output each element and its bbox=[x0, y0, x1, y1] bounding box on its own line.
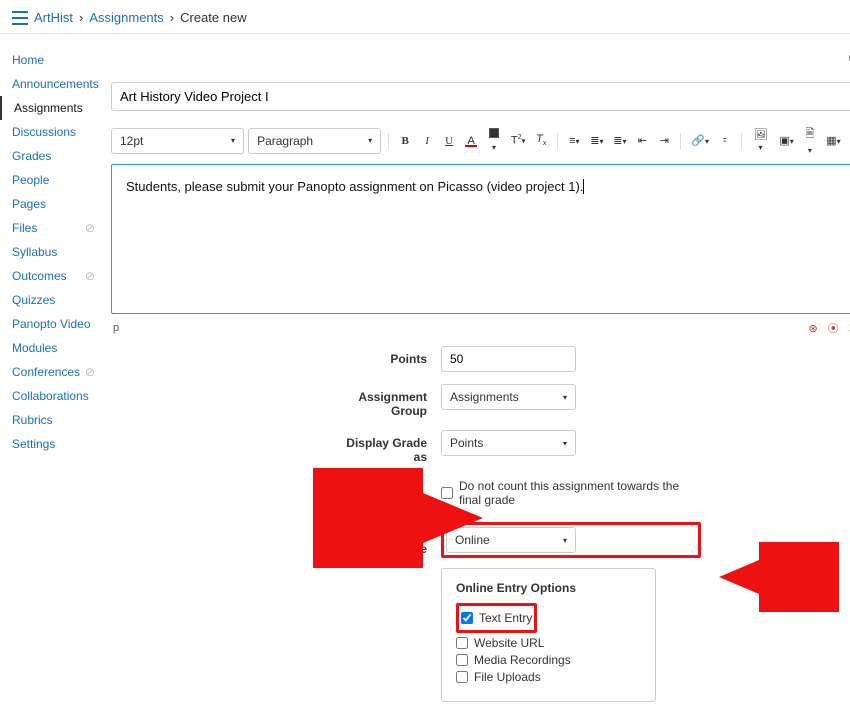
superscript-button[interactable]: T2▾ bbox=[508, 132, 528, 149]
record-icon[interactable]: ⦿ bbox=[828, 320, 839, 336]
sidebar-item-rubrics[interactable]: Rubrics bbox=[0, 408, 105, 432]
sidebar-item-outcomes[interactable]: Outcomes ⊘ bbox=[0, 264, 105, 288]
italic-button[interactable]: I bbox=[418, 133, 436, 149]
sidebar-item-label: Grades bbox=[12, 149, 51, 163]
editor-content: Students, please submit your Panopto ass… bbox=[126, 179, 583, 194]
annotation-arrow-right bbox=[719, 542, 839, 612]
paragraph-style-select[interactable]: Paragraph▾ bbox=[248, 128, 381, 154]
points-input[interactable] bbox=[441, 346, 576, 372]
hidden-icon: ⊘ bbox=[85, 365, 95, 379]
align-button[interactable]: ≡▾ bbox=[565, 133, 583, 149]
sidebar-item-syllabus[interactable]: Syllabus bbox=[0, 240, 105, 264]
online-entry-options: Online Entry Options Text Entry Website U… bbox=[441, 568, 656, 702]
sidebar-item-pages[interactable]: Pages bbox=[0, 192, 105, 216]
entry-option-media-recordings[interactable]: Media Recordings bbox=[456, 653, 641, 667]
unlink-button[interactable]: ⹀ bbox=[716, 131, 734, 150]
text-color-button[interactable]: A bbox=[462, 133, 480, 149]
indent-button[interactable]: ⇥ bbox=[655, 132, 673, 149]
entry-option-checkbox[interactable] bbox=[456, 637, 468, 649]
sidebar-item-label: Conferences bbox=[12, 365, 80, 379]
hamburger-menu[interactable] bbox=[12, 11, 28, 25]
annotation-arrow-left bbox=[313, 468, 483, 568]
sidebar-item-label: People bbox=[12, 173, 49, 187]
link-button[interactable]: 🔗▾ bbox=[688, 132, 711, 149]
entry-option-label: Website URL bbox=[474, 636, 544, 650]
breadcrumb-section[interactable]: Assignments bbox=[89, 10, 163, 25]
bullet-list-button[interactable]: ≣▾ bbox=[587, 132, 606, 149]
entry-option-file-uploads[interactable]: File Uploads bbox=[456, 670, 641, 684]
sidebar-item-label: Collaborations bbox=[12, 389, 89, 403]
assignment-title-input[interactable] bbox=[111, 82, 850, 111]
entry-option-label: File Uploads bbox=[474, 670, 541, 684]
sidebar-item-label: Syllabus bbox=[12, 245, 57, 259]
breadcrumb-course[interactable]: ArtHist bbox=[34, 10, 73, 25]
sidebar-item-panopto-video[interactable]: Panopto Video bbox=[0, 312, 105, 336]
sidebar-item-home[interactable]: Home bbox=[0, 48, 105, 72]
sidebar-item-assignments[interactable]: Assignments bbox=[0, 96, 105, 120]
bold-button[interactable]: B bbox=[396, 133, 414, 149]
sidebar-item-settings[interactable]: Settings bbox=[0, 432, 105, 456]
chevron-down-icon: ▾ bbox=[563, 439, 567, 448]
sidebar-item-label: Quizzes bbox=[12, 293, 55, 307]
rce-editor[interactable]: Students, please submit your Panopto ass… bbox=[111, 164, 850, 314]
breadcrumb-sep: › bbox=[79, 10, 83, 25]
display-grade-label: Display Grade as bbox=[331, 430, 441, 464]
breadcrumb-sep: › bbox=[170, 10, 174, 25]
chevron-down-icon: ▾ bbox=[563, 393, 567, 402]
sidebar-item-label: Outcomes bbox=[12, 269, 67, 283]
hidden-icon: ⊘ bbox=[85, 269, 95, 283]
sidebar-item-label: Assignments bbox=[14, 101, 83, 115]
entry-option-label: Text Entry bbox=[479, 611, 532, 625]
hidden-icon: ⊘ bbox=[85, 221, 95, 235]
sidebar-item-label: Discussions bbox=[12, 125, 76, 139]
sidebar-item-files[interactable]: Files ⊘ bbox=[0, 216, 105, 240]
rce-toolbar: 12pt▾ Paragraph▾ B I U A ▾ T2▾ Tx ≡▾ ≣▾ … bbox=[111, 119, 850, 164]
bg-color-button[interactable]: ▾ bbox=[484, 126, 504, 155]
entry-option-website-url[interactable]: Website URL bbox=[456, 636, 641, 650]
sidebar-item-label: Rubrics bbox=[12, 413, 53, 427]
sidebar-item-label: Announcements bbox=[12, 77, 99, 91]
assignment-group-label: Assignment Group bbox=[331, 384, 441, 418]
numbered-list-button[interactable]: ≣▾ bbox=[610, 132, 629, 149]
outdent-button[interactable]: ⇤ bbox=[633, 132, 651, 149]
sidebar-item-label: Settings bbox=[12, 437, 55, 451]
exclude-from-grade-label: Do not count this assignment towards the… bbox=[459, 479, 701, 507]
sidebar-item-modules[interactable]: Modules bbox=[0, 336, 105, 360]
sidebar-item-announcements[interactable]: Announcements bbox=[0, 72, 105, 96]
sidebar-item-label: Files bbox=[12, 221, 37, 235]
underline-button[interactable]: U bbox=[440, 133, 458, 149]
document-button[interactable]: 🗎▾ bbox=[801, 123, 820, 158]
sidebar-item-collaborations[interactable]: Collaborations bbox=[0, 384, 105, 408]
accessibility-icon[interactable]: ⊛ bbox=[809, 322, 818, 335]
sidebar-item-label: Pages bbox=[12, 197, 46, 211]
sidebar-item-grades[interactable]: Grades bbox=[0, 144, 105, 168]
entry-options-title: Online Entry Options bbox=[456, 581, 641, 595]
breadcrumb-current: Create new bbox=[180, 10, 246, 25]
apps-button[interactable]: ▦▾ bbox=[823, 132, 843, 149]
sidebar-item-people[interactable]: People bbox=[0, 168, 105, 192]
sidebar-item-discussions[interactable]: Discussions bbox=[0, 120, 105, 144]
sidebar-item-quizzes[interactable]: Quizzes bbox=[0, 288, 105, 312]
clear-format-button[interactable]: Tx bbox=[532, 131, 550, 149]
sidebar-item-label: Home bbox=[12, 53, 44, 67]
entry-option-checkbox[interactable] bbox=[461, 612, 473, 624]
media-button[interactable]: ▣▾ bbox=[776, 132, 796, 149]
entry-option-checkbox[interactable] bbox=[456, 671, 468, 683]
entry-option-text-entry[interactable]: Text Entry bbox=[461, 611, 532, 625]
sidebar-item-label: Panopto Video bbox=[12, 317, 91, 331]
editor-path: p bbox=[113, 322, 119, 334]
sidebar-item-label: Modules bbox=[12, 341, 57, 355]
sidebar-item-conferences[interactable]: Conferences ⊘ bbox=[0, 360, 105, 384]
font-size-select[interactable]: 12pt▾ bbox=[111, 128, 244, 154]
entry-option-checkbox[interactable] bbox=[456, 654, 468, 666]
display-grade-select[interactable]: Points▾ bbox=[441, 430, 576, 456]
assignment-group-select[interactable]: Assignments▾ bbox=[441, 384, 576, 410]
chevron-down-icon: ▾ bbox=[563, 536, 567, 545]
entry-option-label: Media Recordings bbox=[474, 653, 571, 667]
image-button[interactable]: 🖼▾ bbox=[749, 126, 773, 155]
points-label: Points bbox=[331, 346, 441, 366]
course-sidebar: Home Announcements Assignments Discussions G… bbox=[0, 34, 105, 714]
